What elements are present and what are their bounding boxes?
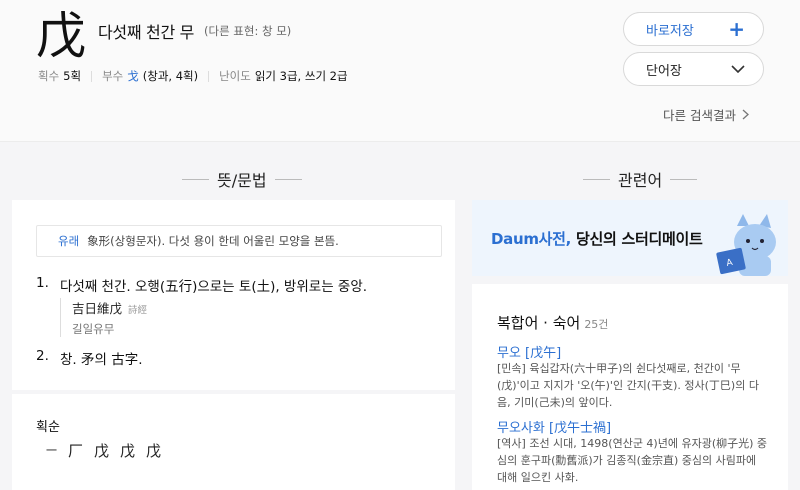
related-term-link[interactable]: 무오사화 [戊午士禍] [497,417,611,436]
difficulty-value: 읽기 3급, 쓰기 2급 [254,69,348,83]
related-heading-text: 복합어 · 숙어 [497,314,581,332]
related-count: 25건 [584,318,609,331]
alt-expression: (다른 표현: 창 모) [204,24,292,38]
title-rule [274,178,302,180]
stroke-order-title: 획순 [36,420,60,435]
other-results-label: 다른 검색결과 [663,108,736,123]
example-reading: 길일유무 [72,322,115,336]
example-source: 詩經 [128,305,148,316]
stroke-step: 戊 [146,442,162,460]
promo-banner[interactable]: Daum사전, 당신의 스터디메이트 A [472,200,788,276]
definition-item: 1. 다섯째 천간. 오행(五行)으로는 토(土), 방위로는 중앙. [36,275,367,295]
radical-detail: (창과, 4획) [142,69,199,83]
definition-text: 다섯째 천간. 오행(五行)으로는 토(土), 방위로는 중앙. [60,279,368,295]
stroke-order-steps: 一 厂 戊 戊 戊 [46,440,161,462]
origin-box: 유래 象形(상형문자). 다섯 용이 한데 어울린 모양을 본뜸. [36,225,442,257]
other-results-link[interactable]: 다른 검색결과 [663,105,749,124]
meta-divider [91,70,93,82]
section-title-related: 관련어 [575,167,705,191]
example-hanja: 吉日維戊 [72,301,123,316]
chevron-right-icon [742,109,749,120]
title-rule [670,178,698,180]
chevron-down-icon [731,65,745,73]
hanja-meaning: 다섯째 천간 무 [98,23,195,42]
cat-mascot-icon: A [716,214,776,276]
entry-header: 戊 다섯째 천간 무 (다른 표현: 창 모) 획수 5획 부수 戈 (창과, … [0,0,800,142]
plus-icon: + [728,17,745,41]
radical-link[interactable]: 戈 [127,68,139,84]
stroke-order-card: 획순 一 厂 戊 戊 戊 [12,394,455,490]
banner-brand: Daum사전, [491,230,572,248]
related-heading: 복합어 · 숙어 25건 [497,312,608,333]
related-term-desc: [민속] 육십갑자(六十甲子)의 쉰다섯째로, 천간이 '무(戊)'이고 지지가… [497,362,759,409]
definition-item: 2. 창. 矛의 古字. [36,348,143,368]
meta-divider [208,70,210,82]
definition-text: 창. 矛의 古字. [60,352,143,368]
title-rule [583,178,610,180]
meaning-card: 유래 象形(상형문자). 다섯 용이 한데 어울린 모양을 본뜸. 1. 다섯째… [12,200,455,390]
stroke-step: 戊 [94,442,110,460]
save-button-label: 바로저장 [646,23,694,39]
stroke-step: 一 [46,444,57,457]
hanja-meta: 획수 5획 부수 戈 (창과, 4획) 난이도 읽기 3급, 쓰기 2급 [38,68,348,84]
related-term-link[interactable]: 무오 [戊午] [497,342,561,361]
origin-label: 유래 [58,234,80,248]
banner-slogan: 당신의 스터디메이트 [571,230,703,248]
section-title-meaning-text: 뜻/문법 [217,171,267,190]
example-block: 吉日維戊 詩經 길일유무 [60,298,147,337]
save-button[interactable]: 바로저장 + [623,12,764,46]
banner-text: Daum사전, 당신의 스터디메이트 [491,228,703,249]
hanja-character: 戊 [36,7,86,65]
section-title-meaning: 뜻/문법 [174,167,310,191]
related-term-desc: [역사] 조선 시대, 1498(연산군 4)년에 유자광(柳子光) 중심의 훈… [497,437,768,484]
radical-label: 부수 [102,69,124,83]
stroke-count-value: 5획 [63,69,82,83]
related-words-card: 복합어 · 숙어 25건 무오 [戊午] [민속] 육십갑자(六十甲子)의 쉰다… [472,284,788,490]
stroke-count-label: 획수 [38,69,60,83]
section-title-related-text: 관련어 [618,171,663,190]
stroke-step: 厂 [68,442,84,460]
stroke-step: 戊 [120,442,136,460]
title-rule [182,178,209,180]
vocab-dropdown-label: 단어장 [646,63,682,79]
difficulty-label: 난이도 [219,69,251,83]
definition-number: 2. [36,348,49,364]
origin-text: 象形(상형문자). 다섯 용이 한데 어울린 모양을 본뜸. [87,234,339,248]
definition-number: 1. [36,275,49,291]
vocab-dropdown[interactable]: 단어장 [623,52,764,86]
